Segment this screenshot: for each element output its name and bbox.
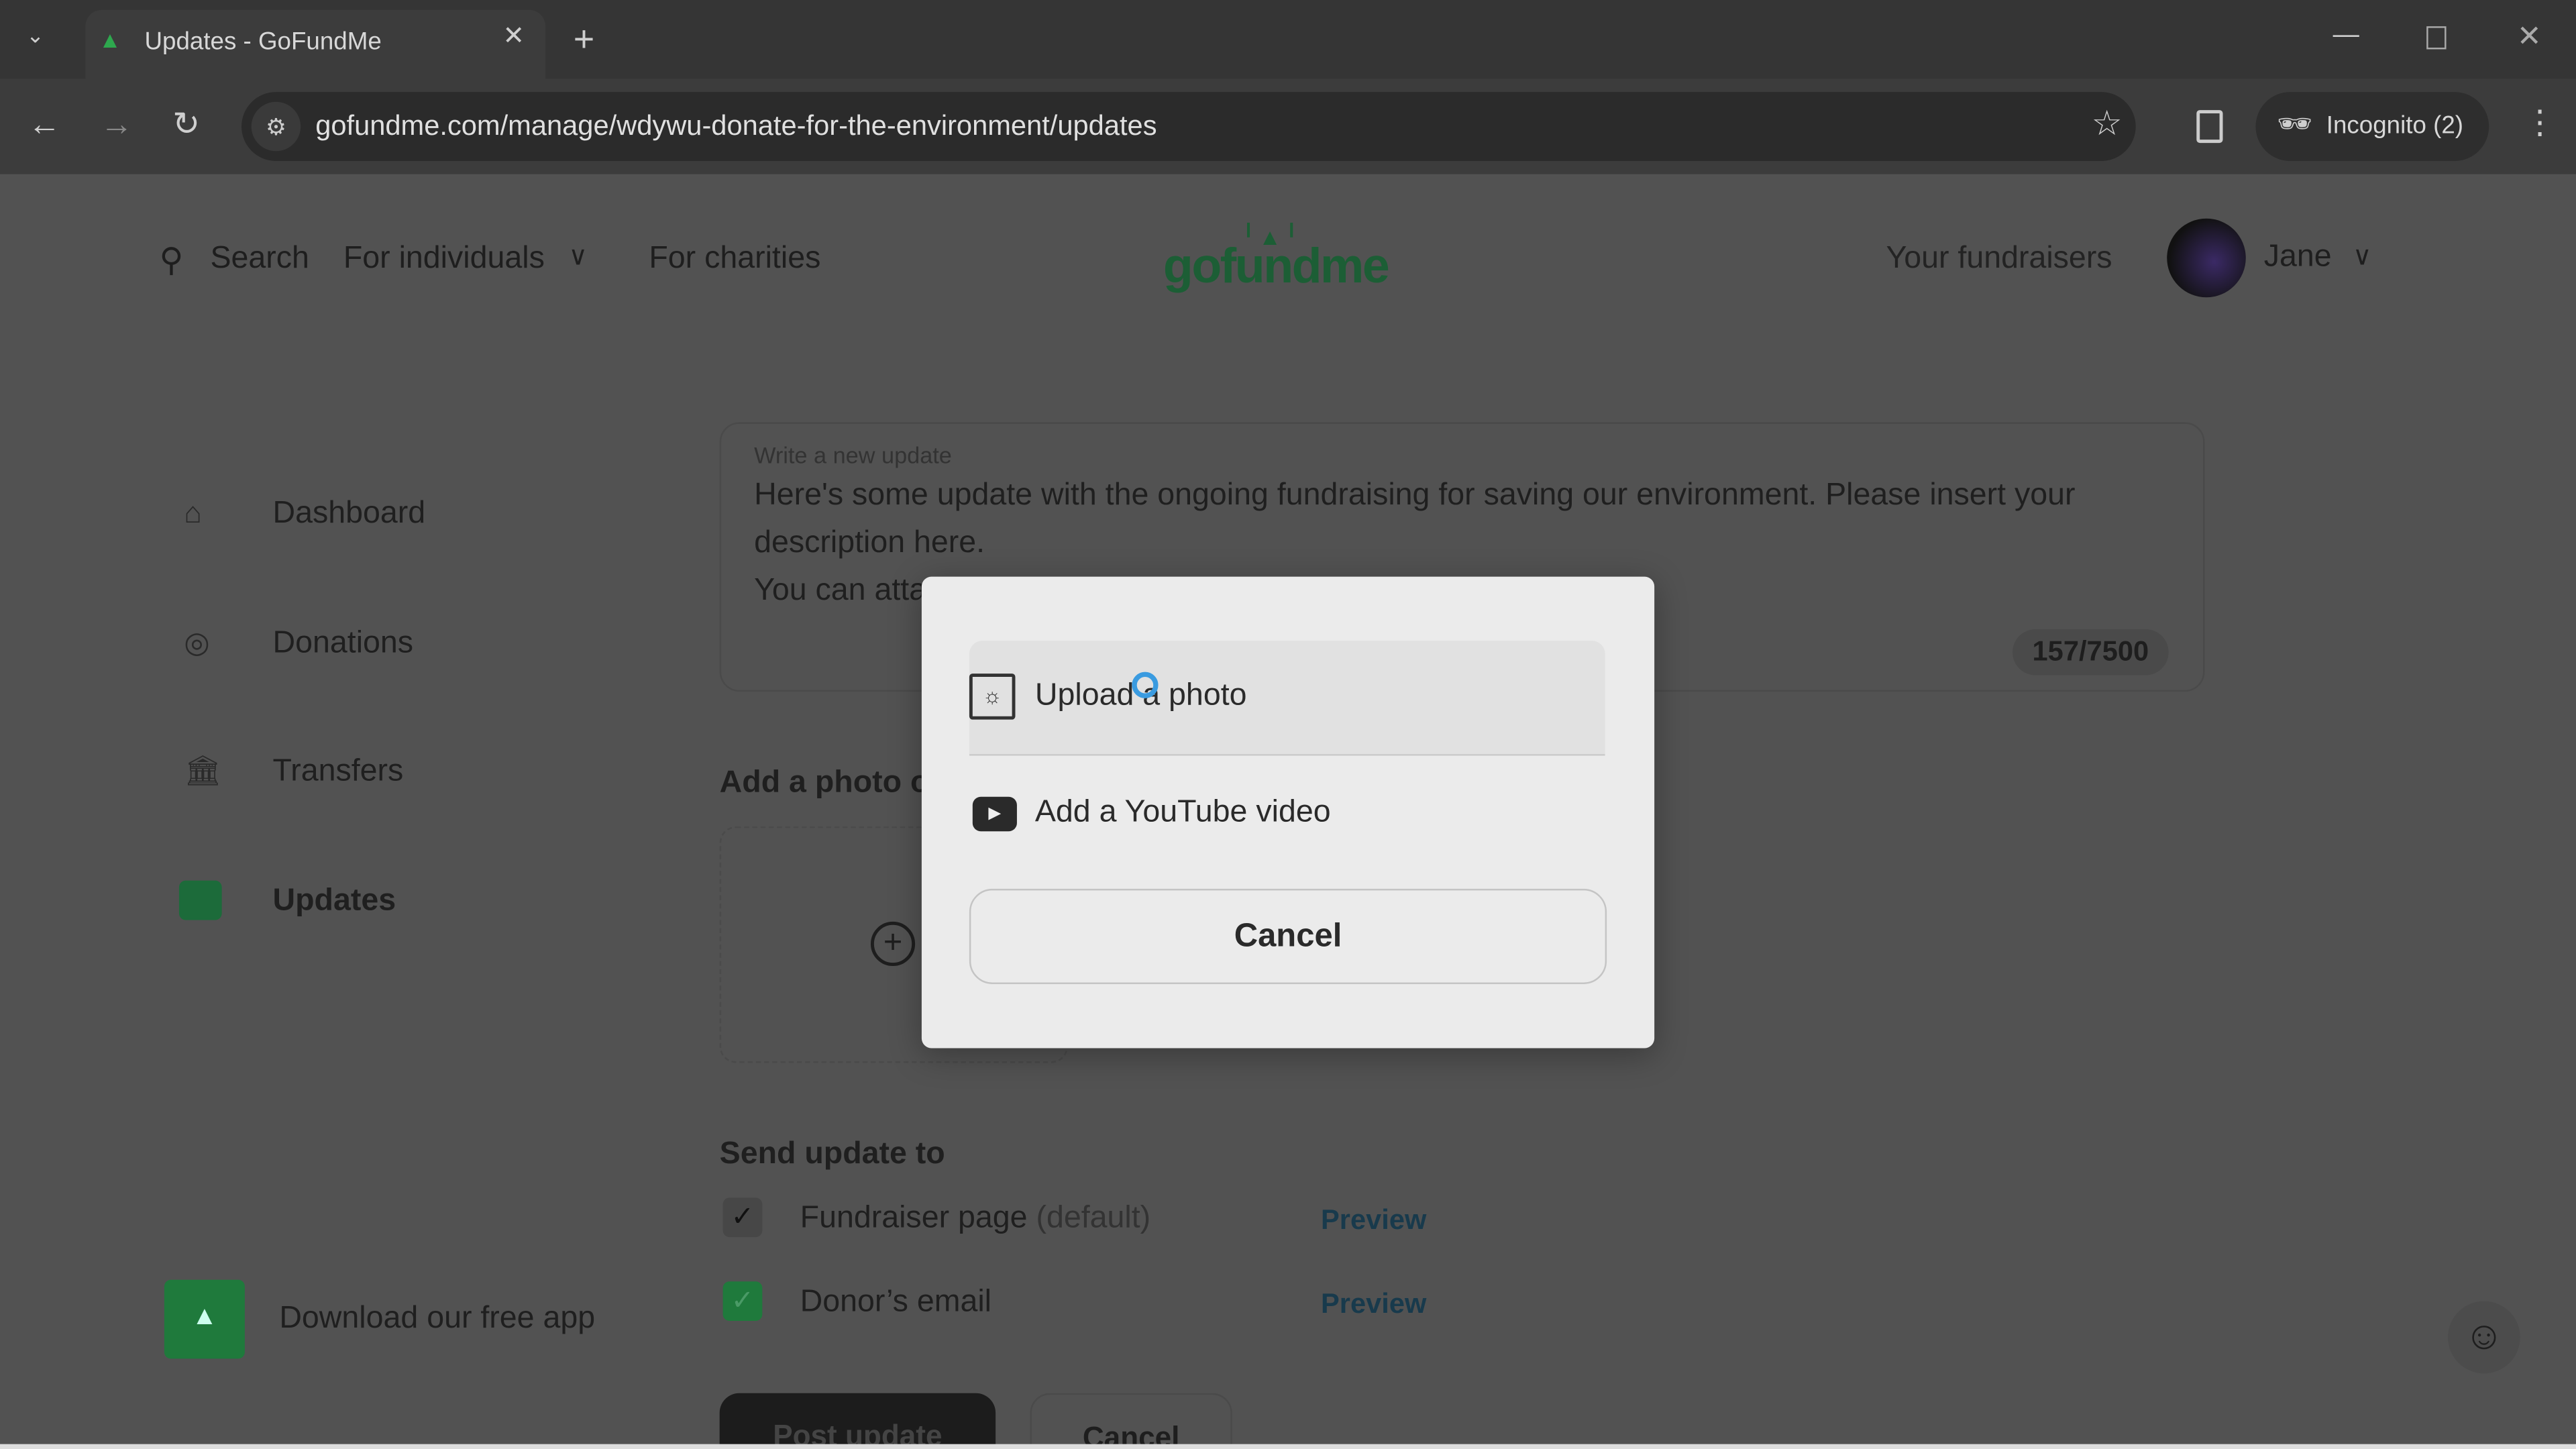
- user-name[interactable]: Jane: [2264, 240, 2332, 276]
- loading-spinner-icon: [1132, 672, 1159, 698]
- modal-cancel-button[interactable]: Cancel: [969, 888, 1607, 984]
- bottom-edge: [0, 1444, 2576, 1449]
- download-app-link[interactable]: Download our free app: [279, 1301, 595, 1338]
- close-window-icon[interactable]: ✕: [2517, 21, 2542, 51]
- option-suffix: (default): [1036, 1201, 1151, 1236]
- gofundme-logo[interactable]: gofundme: [1163, 240, 1390, 296]
- youtube-icon: ▶: [972, 796, 1017, 832]
- browser-window: ⌄ ▲ Updates - GoFundMe ✕ + — ✕ ← → ↻ ⚙ g…: [0, 0, 2576, 1449]
- nav-for-individuals[interactable]: For individuals: [343, 241, 545, 278]
- option-label: Fundraiser page: [800, 1201, 1028, 1236]
- add-circle-icon[interactable]: +: [870, 921, 916, 967]
- close-tab-icon[interactable]: ✕: [502, 24, 525, 51]
- sidebar-item-dashboard[interactable]: Dashboard: [273, 496, 426, 533]
- sidebar-item-transfers[interactable]: Transfers: [273, 754, 404, 790]
- tab-search-chevron-icon[interactable]: ⌄: [26, 25, 56, 58]
- update-text-line: You can atta: [754, 573, 927, 608]
- fundraiser-page-checkbox[interactable]: ✓: [722, 1197, 763, 1238]
- update-text-line: Here's some update with the ongoing fund…: [754, 478, 2076, 513]
- chevron-down-icon: ∨: [568, 243, 588, 272]
- site-settings-icon[interactable]: ⚙: [251, 101, 301, 152]
- forward-icon[interactable]: →: [100, 109, 133, 142]
- help-chat-icon[interactable]: ☺: [2448, 1301, 2520, 1374]
- sidebar-item-updates[interactable]: Updates: [273, 884, 396, 920]
- back-icon[interactable]: ←: [28, 109, 61, 142]
- media-heading: Add a photo o: [719, 765, 930, 800]
- sidebar-item-donations[interactable]: Donations: [273, 626, 414, 662]
- user-chevron-down-icon[interactable]: ∨: [2353, 240, 2372, 273]
- gofundme-favicon-icon: ▲: [98, 26, 121, 53]
- update-label: Write a new update: [754, 441, 952, 468]
- avatar[interactable]: [2167, 218, 2246, 298]
- fundraiser-page-label: Fundraiser page (default): [800, 1201, 1151, 1237]
- home-icon: ⌂: [184, 496, 202, 529]
- donor-email-label: Donor’s email: [800, 1285, 992, 1320]
- nav-your-fundraisers[interactable]: Your fundraisers: [1886, 241, 2112, 278]
- preview-email-link[interactable]: Preview: [1321, 1288, 1426, 1321]
- char-counter: 157/7500: [2012, 629, 2169, 676]
- side-panel-icon[interactable]: [2196, 110, 2223, 144]
- reload-icon[interactable]: ↻: [172, 109, 200, 142]
- url-text[interactable]: gofundme.com/manage/wdywu-donate-for-the…: [315, 110, 1157, 143]
- updates-icon: [178, 880, 222, 920]
- donor-email-checkbox[interactable]: ✓: [722, 1281, 763, 1321]
- preview-fundraiser-link[interactable]: Preview: [1321, 1204, 1426, 1237]
- menu-kebab-icon[interactable]: ⋮: [2524, 107, 2557, 140]
- new-tab-icon[interactable]: +: [574, 21, 594, 58]
- app-icon[interactable]: ▲: [164, 1279, 245, 1359]
- add-photo-icon: ☼: [969, 674, 1016, 720]
- post-update-button[interactable]: Post update: [719, 1393, 996, 1449]
- restore-icon[interactable]: [2426, 26, 2447, 50]
- minimize-icon[interactable]: —: [2333, 22, 2359, 49]
- tab-title: Updates - GoFundMe: [144, 28, 382, 56]
- search-icon[interactable]: ⚲: [160, 240, 184, 281]
- update-text-line: description here.: [754, 525, 985, 561]
- nav-for-charities[interactable]: For charities: [649, 241, 820, 278]
- bookmark-star-icon[interactable]: ☆: [2092, 107, 2123, 141]
- youtube-option[interactable]: Add a YouTube video: [1035, 795, 1331, 831]
- incognito-icon: 🕶: [2277, 108, 2313, 140]
- incognito-label: Incognito (2): [2326, 111, 2464, 140]
- cancel-update-button[interactable]: Cancel: [1030, 1393, 1232, 1449]
- nav-search[interactable]: Search: [210, 241, 309, 278]
- donations-icon: ◎: [184, 626, 210, 659]
- bank-icon: 🏛: [184, 754, 222, 788]
- send-heading: Send update to: [719, 1136, 945, 1172]
